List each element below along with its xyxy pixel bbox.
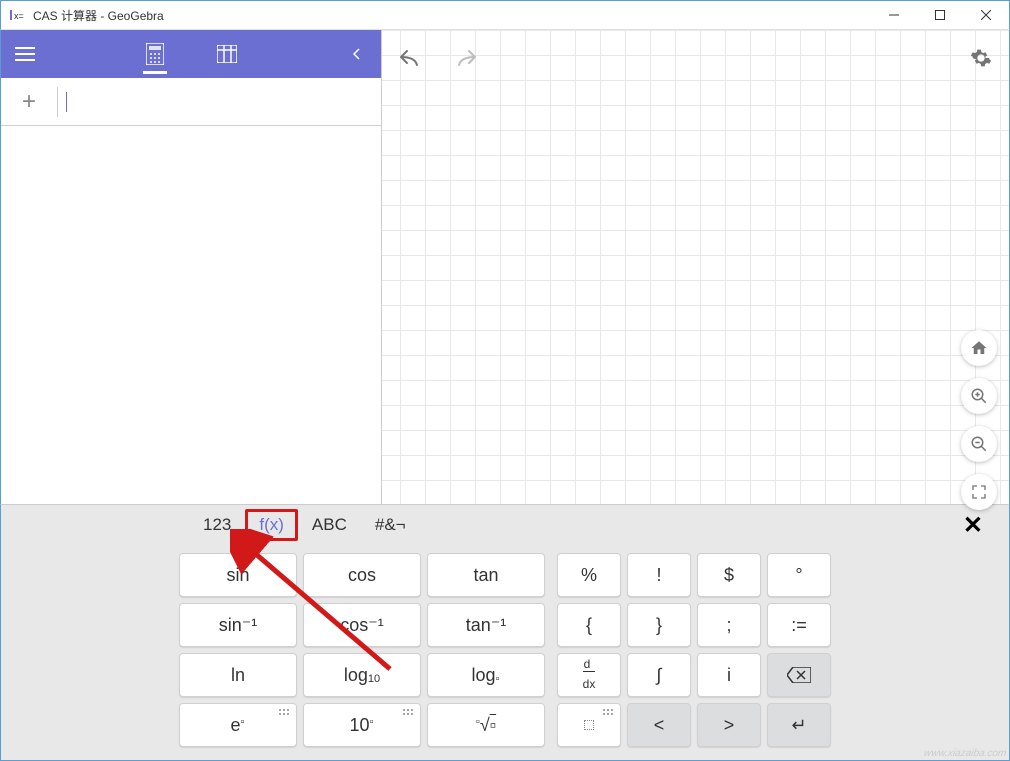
add-input-button[interactable]: + xyxy=(1,78,57,126)
key-cos[interactable]: cos xyxy=(303,553,421,597)
key-degree[interactable]: ° xyxy=(767,553,831,597)
text-cursor xyxy=(66,92,67,112)
key-log10[interactable]: log10 xyxy=(303,653,421,697)
calculator-tab[interactable] xyxy=(131,30,179,78)
minimize-button[interactable] xyxy=(871,1,917,29)
key-exp[interactable]: e▫ xyxy=(179,703,297,747)
key-backspace[interactable] xyxy=(767,653,831,697)
svg-text:x=: x= xyxy=(14,11,24,21)
key-semicolon[interactable]: ; xyxy=(697,603,761,647)
key-dollar[interactable]: $ xyxy=(697,553,761,597)
app-icon: x= xyxy=(7,5,27,25)
zoom-in-button[interactable] xyxy=(961,378,997,414)
key-acos[interactable]: cos⁻¹ xyxy=(303,603,421,647)
kb-tab-abc[interactable]: ABC xyxy=(298,509,361,541)
graphics-panel[interactable] xyxy=(382,30,1010,504)
key-right[interactable]: > xyxy=(697,703,761,747)
keyboard-tabs: 123 f(x) ABC #&¬ ✕ xyxy=(1,505,1009,545)
kb-tab-fx[interactable]: f(x) xyxy=(245,509,298,541)
cas-input[interactable] xyxy=(58,78,381,125)
key-atan[interactable]: tan⁻¹ xyxy=(427,603,545,647)
table-tab[interactable] xyxy=(203,30,251,78)
key-i[interactable]: i xyxy=(697,653,761,697)
main-area: + xyxy=(0,30,1010,504)
key-placeholder[interactable] xyxy=(557,703,621,747)
key-pow10[interactable]: 10▫ xyxy=(303,703,421,747)
key-lbrace[interactable]: { xyxy=(557,603,621,647)
key-rbrace[interactable]: } xyxy=(627,603,691,647)
key-derivative[interactable]: ddx xyxy=(557,653,621,697)
cas-toolbar xyxy=(1,30,381,78)
home-button[interactable] xyxy=(961,330,997,366)
kb-tab-symbols[interactable]: #&¬ xyxy=(361,509,420,541)
key-tan[interactable]: tan xyxy=(427,553,545,597)
collapse-panel-button[interactable] xyxy=(333,30,381,78)
key-integral[interactable]: ∫ xyxy=(627,653,691,697)
zoom-out-button[interactable] xyxy=(961,426,997,462)
maximize-button[interactable] xyxy=(917,1,963,29)
titlebar: x= CAS 计算器 - GeoGebra xyxy=(0,0,1010,30)
key-asin[interactable]: sin⁻¹ xyxy=(179,603,297,647)
watermark: www.xiazaiba.com xyxy=(923,748,1007,759)
cas-panel: + xyxy=(0,30,382,504)
undo-button[interactable] xyxy=(390,38,430,78)
menu-button[interactable] xyxy=(1,30,49,78)
key-enter[interactable]: ↵ xyxy=(767,703,831,747)
key-ln[interactable]: ln xyxy=(179,653,297,697)
virtual-keyboard: 123 f(x) ABC #&¬ ✕ sin cos tan sin⁻¹ cos… xyxy=(0,504,1010,761)
fullscreen-button[interactable] xyxy=(961,474,997,510)
settings-button[interactable] xyxy=(961,38,1001,78)
key-nroot[interactable]: ▫√▫ xyxy=(427,703,545,747)
grid-background xyxy=(382,30,1009,504)
key-logb[interactable]: log▫ xyxy=(427,653,545,697)
close-button[interactable] xyxy=(963,1,1009,29)
redo-button[interactable] xyxy=(446,38,486,78)
window-title: CAS 计算器 - GeoGebra xyxy=(33,7,871,24)
key-left[interactable]: < xyxy=(627,703,691,747)
key-factorial[interactable]: ! xyxy=(627,553,691,597)
key-sin[interactable]: sin xyxy=(179,553,297,597)
cas-input-row: + xyxy=(1,78,381,126)
kb-tab-123[interactable]: 123 xyxy=(189,509,245,541)
key-percent[interactable]: % xyxy=(557,553,621,597)
key-assign[interactable]: := xyxy=(767,603,831,647)
